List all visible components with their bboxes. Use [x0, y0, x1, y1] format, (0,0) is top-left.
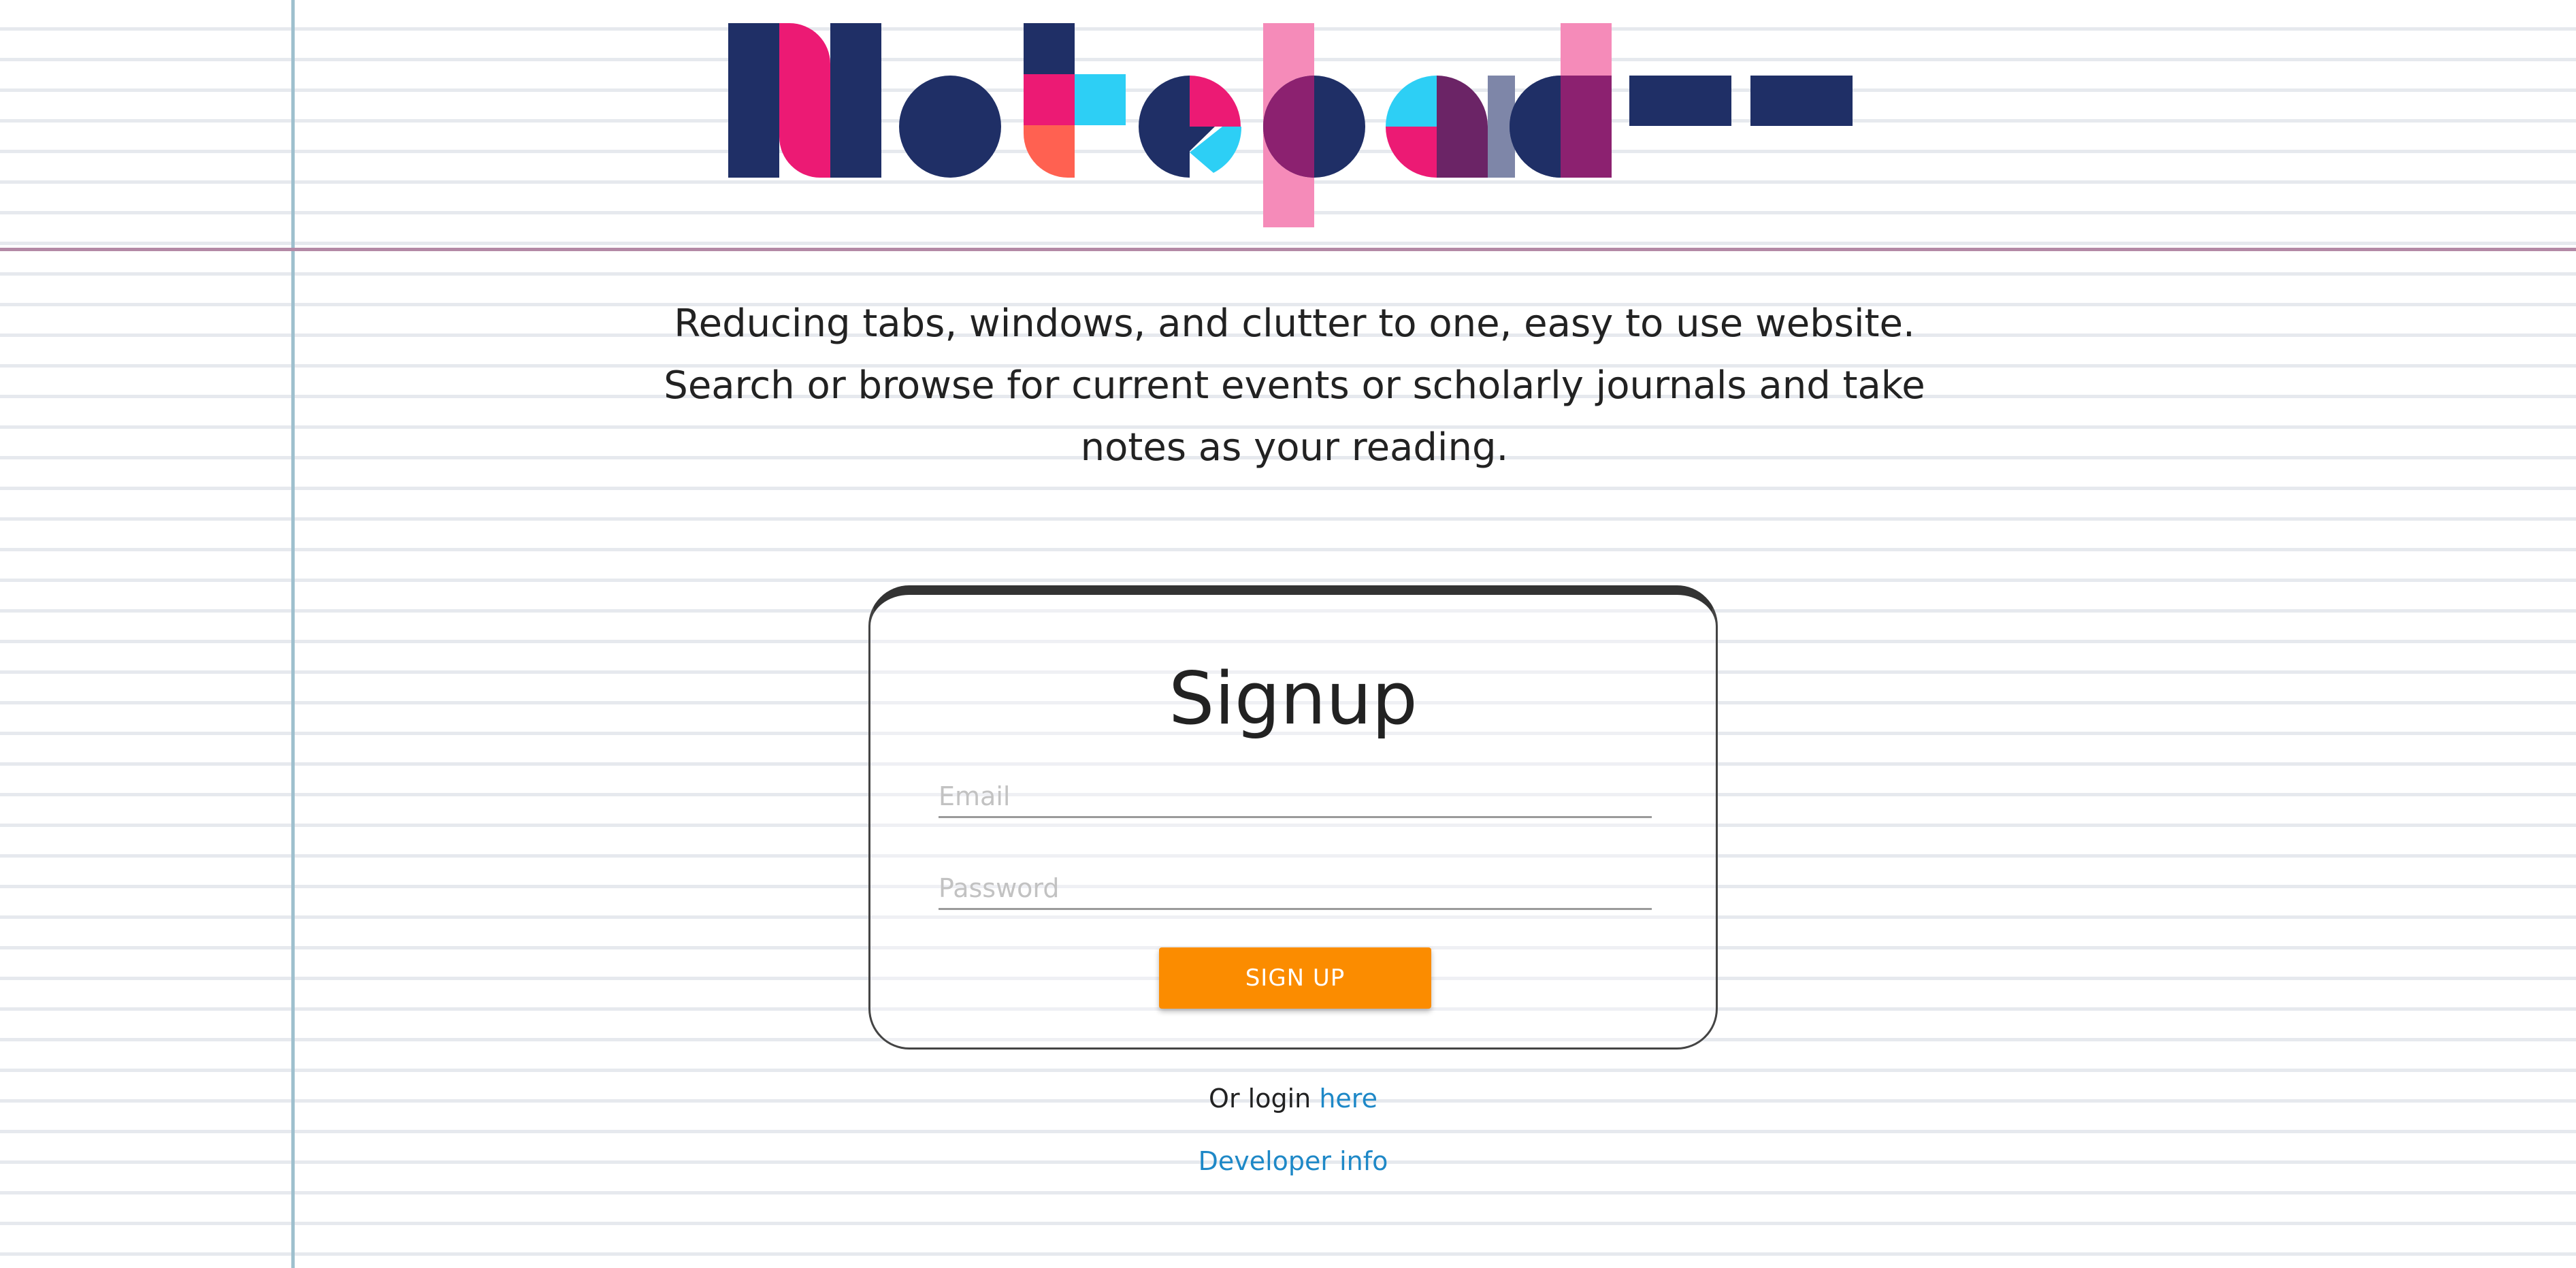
password-field[interactable] — [939, 868, 1652, 910]
tagline-line-1: Reducing tabs, windows, and clutter to o… — [674, 302, 1915, 346]
signup-title: Signup — [1169, 657, 1418, 741]
tagline-line-2: Search or browse for current events or s… — [664, 363, 1925, 408]
signup-button[interactable]: SIGN UP — [1159, 947, 1431, 1009]
signup-card: Signup SIGN UP — [868, 585, 1718, 1050]
login-prefix-text: Or login — [1209, 1084, 1311, 1113]
login-here-link[interactable]: here — [1319, 1084, 1377, 1113]
notepad-logo-graphic — [728, 23, 1853, 227]
tagline-line-3: notes as your reading. — [1080, 425, 1509, 470]
developer-info-link[interactable]: Developer info — [1089, 1141, 1497, 1182]
email-field[interactable] — [939, 776, 1652, 818]
notepad-logo — [728, 23, 1858, 233]
notebook-margin-line — [291, 0, 295, 1268]
notebook-header-rule — [0, 248, 2576, 251]
login-prompt: Or login here — [1089, 1078, 1497, 1119]
site-tagline: Reducing tabs, windows, and clutter to o… — [641, 293, 1948, 478]
